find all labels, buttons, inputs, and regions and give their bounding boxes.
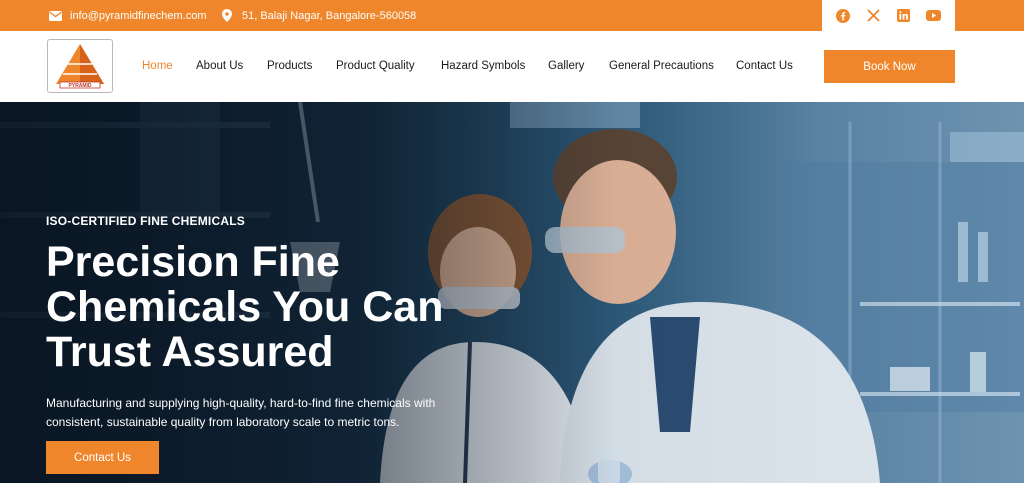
hero-contact-us-button[interactable]: Contact Us [46, 441, 159, 474]
nav-item-general-precautions[interactable]: General Precautions [609, 60, 714, 72]
email-contact[interactable]: info@pyramidfinechem.com [48, 0, 207, 31]
address-contact: 51, Balaji Nagar, Bangalore-560058 [220, 0, 416, 31]
svg-text:PYRAMID: PYRAMID [68, 83, 91, 89]
x-icon[interactable] [865, 8, 881, 24]
pyramid-logo[interactable]: PYRAMID [47, 39, 113, 93]
youtube-icon[interactable] [926, 8, 942, 24]
nav-item-hazard-symbols[interactable]: Hazard Symbols [441, 60, 525, 72]
site-header: PYRAMID Home About Us Products Product Q… [0, 31, 1024, 102]
linkedin-icon[interactable] [896, 8, 912, 24]
nav-item-about-us[interactable]: About Us [196, 60, 243, 72]
address-text: 51, Balaji Nagar, Bangalore-560058 [242, 9, 417, 22]
book-now-button[interactable]: Book Now [824, 50, 955, 83]
hero-section: ISO-CERTIFIED FINE CHEMICALS Precision F… [0, 102, 1024, 483]
email-text[interactable]: info@pyramidfinechem.com [70, 10, 207, 22]
location-pin-icon [220, 9, 234, 23]
mail-icon [48, 9, 62, 23]
hero-headline: Precision Fine Chemicals You Can Trust A… [46, 238, 444, 376]
nav-item-gallery[interactable]: Gallery [548, 60, 584, 72]
nav-item-home[interactable]: Home [142, 60, 173, 72]
nav-item-products[interactable]: Products [267, 60, 312, 72]
facebook-icon[interactable] [835, 8, 851, 24]
top-bar: info@pyramidfinechem.com 51, Balaji Naga… [0, 0, 1024, 31]
nav-item-product-quality[interactable]: Product Quality [336, 60, 415, 72]
hero-subtext: Manufacturing and supplying high-quality… [46, 396, 436, 429]
social-links [822, 0, 955, 31]
nav-item-contact-us[interactable]: Contact Us [736, 60, 793, 72]
hero-eyebrow: ISO-CERTIFIED FINE CHEMICALS [46, 214, 245, 228]
